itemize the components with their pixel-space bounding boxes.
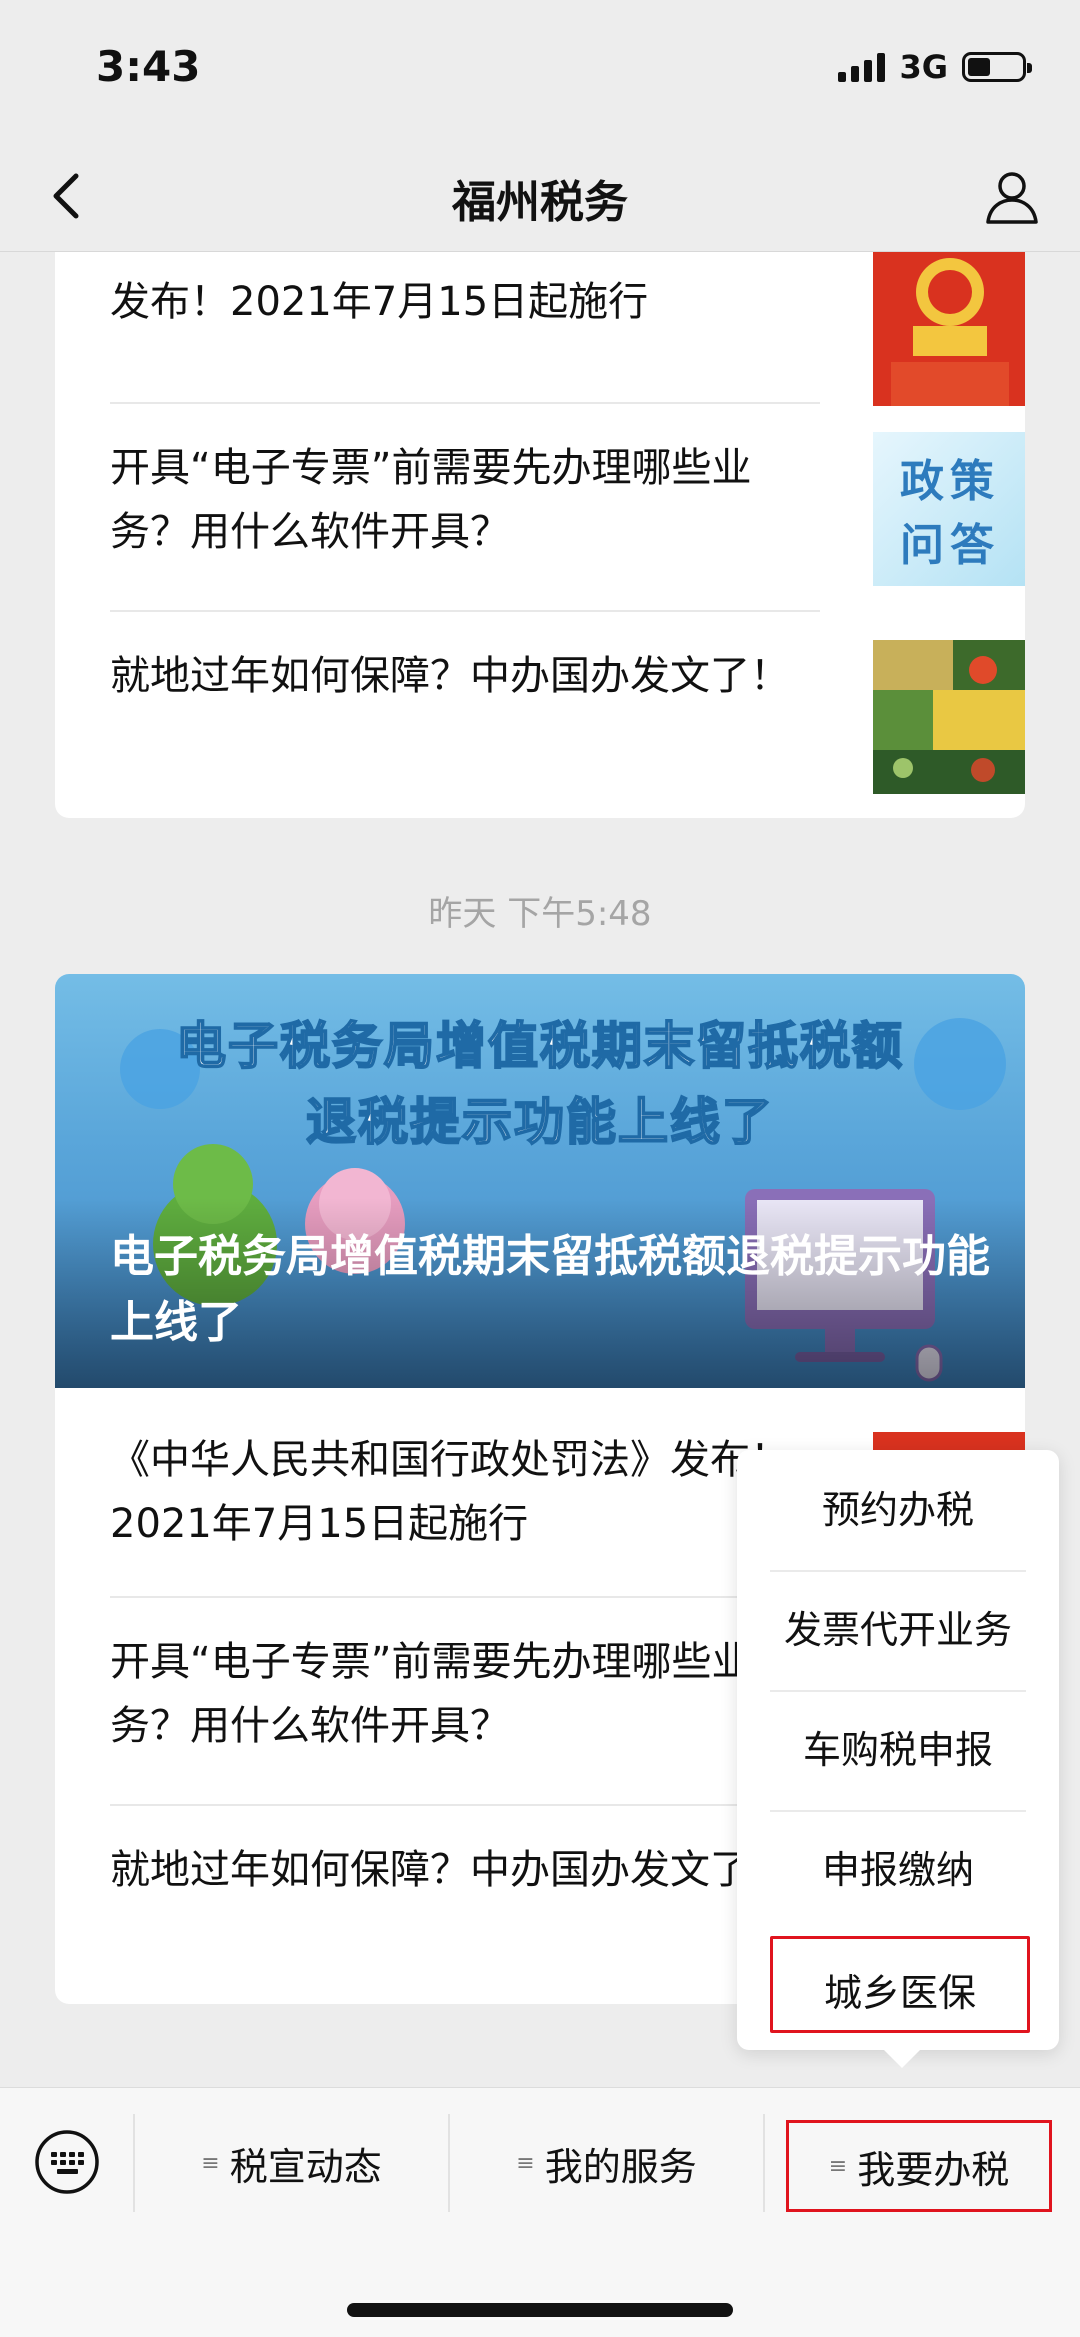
battery-icon xyxy=(962,52,1032,82)
menu-tab-label: 我的服务 xyxy=(544,2144,697,2189)
status-time: 3:43 xyxy=(96,42,201,91)
hero-banner[interactable]: 电子税务局增值税期末留抵税额 退税提示功能上线了 电子税务局增值税期末留抵税额退… xyxy=(55,974,1025,1388)
menu-lines-icon: ≡ xyxy=(201,2150,220,2176)
status-bar: 3:43 3G xyxy=(0,0,1080,140)
menu-tab-label: 我要办税 xyxy=(857,2147,1010,2192)
home-indicator[interactable] xyxy=(347,2303,733,2317)
submenu-popup: 预约办税 发票代开业务 车购税申报 申报缴纳 城乡医保 xyxy=(737,1450,1059,2068)
article-title: 发布！2021年7月15日起施行 xyxy=(110,279,649,325)
menu-item-vehicle-tax[interactable]: 车购税申报 xyxy=(770,1690,1026,1810)
menu-item-invoice[interactable]: 发票代开业务 xyxy=(770,1570,1026,1690)
hero-heading-line1: 电子税务局增值税期末留抵税额 xyxy=(175,1016,904,1076)
policy-qa-thumbnail: 政策 问答 xyxy=(873,432,1025,586)
menu-tab-do-tax[interactable]: ≡ 我要办税 xyxy=(786,2120,1052,2212)
hero-heading-line2: 退税提示功能上线了 xyxy=(305,1092,774,1152)
divider xyxy=(763,2114,765,2212)
article-title: 开具“电子专票”前需要先办理哪些业务？用什么软件开具？ xyxy=(110,1639,752,1749)
status-indicators: 3G xyxy=(838,48,1032,86)
network-type: 3G xyxy=(899,48,948,86)
menu-tab-tax-news[interactable]: ≡ 税宣动态 xyxy=(135,2108,448,2218)
article-title: 《中华人民共和国行政处罚法》发布！2021年7月15日起施行 xyxy=(110,1437,790,1547)
thumbnail-text: 政策 xyxy=(900,456,1000,507)
vegetables-thumbnail xyxy=(873,640,1025,794)
hero-caption: 电子税务局增值税期末留抵税额退税提示功能上线了 xyxy=(110,1231,990,1348)
timestamp: 昨天 下午5:48 xyxy=(428,894,652,934)
list-item[interactable]: 开具“电子专票”前需要先办理哪些业务？用什么软件开具？ 政策 问答 xyxy=(110,404,1025,612)
signal-icon xyxy=(838,52,886,82)
national-emblem-thumbnail xyxy=(873,252,1025,406)
article-card-1: 发布！2021年7月15日起施行 开具“电子专票”前需要先办理哪些业务？用什么软… xyxy=(55,252,1025,818)
menu-item-medical-insurance[interactable]: 城乡医保 xyxy=(770,1936,1030,2033)
nav-bar: 福州税务 xyxy=(0,140,1080,252)
menu-tab-my-services[interactable]: ≡ 我的服务 xyxy=(450,2108,763,2218)
menu-lines-icon: ≡ xyxy=(828,2153,848,2179)
list-item[interactable]: 发布！2021年7月15日起施行 xyxy=(110,252,1025,406)
menu-item-appointment[interactable]: 预约办税 xyxy=(770,1450,1026,1570)
keyboard-icon[interactable] xyxy=(33,2128,101,2196)
article-title: 就地过年如何保障？中办国办发文了！ xyxy=(110,653,790,699)
article-title: 就地过年如何保障？中办国办发文了！ xyxy=(110,1847,790,1893)
menu-lines-icon: ≡ xyxy=(516,2150,535,2176)
page-title: 福州税务 xyxy=(452,177,628,228)
list-item[interactable]: 就地过年如何保障？中办国办发文了！ xyxy=(110,612,1025,818)
menu-item-declare-pay[interactable]: 申报缴纳 xyxy=(770,1810,1026,1930)
thumbnail-text: 问答 xyxy=(900,520,1000,571)
article-title: 开具“电子专票”前需要先办理哪些业务？用什么软件开具？ xyxy=(110,445,752,555)
bottom-menu-bar: ≡ 税宣动态 ≡ 我的服务 ≡ 我要办税 xyxy=(0,2087,1080,2337)
user-icon[interactable] xyxy=(980,164,1044,228)
menu-tab-label: 税宣动态 xyxy=(229,2144,382,2189)
